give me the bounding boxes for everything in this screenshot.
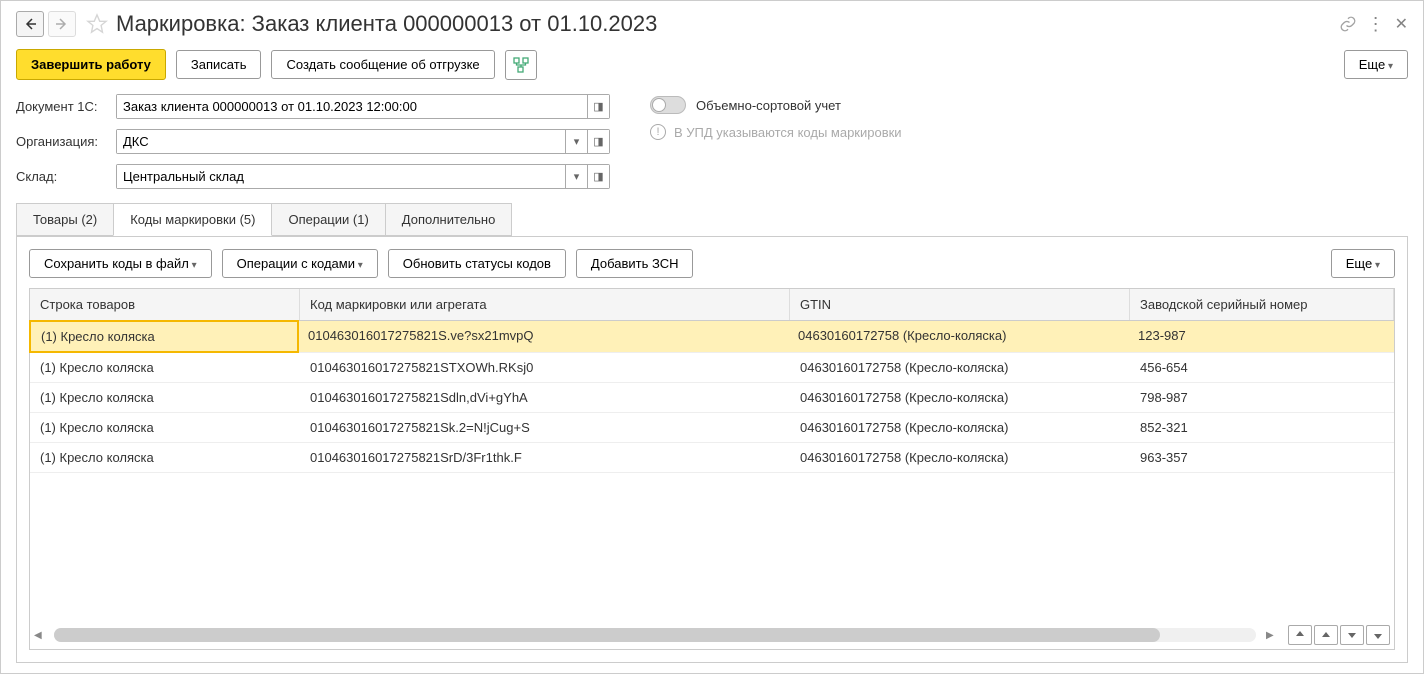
organization-input[interactable] bbox=[117, 130, 565, 153]
table-row[interactable]: (1) Кресло коляска010463016017275821Sdln… bbox=[30, 383, 1394, 413]
chevron-down-icon[interactable]: ▾ bbox=[565, 165, 587, 188]
cell-line: (1) Кресло коляска bbox=[30, 383, 300, 412]
organization-row: Организация: ▾ ◨ bbox=[16, 129, 610, 154]
table-header: Строка товаров Код маркировки или агрега… bbox=[30, 289, 1394, 321]
forward-button[interactable] bbox=[48, 11, 76, 37]
tab-toolbar: Сохранить коды в файл Операции с кодами … bbox=[29, 249, 1395, 278]
save-button[interactable]: Записать bbox=[176, 50, 262, 79]
header-code[interactable]: Код маркировки или агрегата bbox=[300, 289, 790, 320]
tab-more-button[interactable]: Еще bbox=[1331, 249, 1395, 278]
close-icon[interactable]: ✕ bbox=[1395, 14, 1408, 34]
header-gtin[interactable]: GTIN bbox=[790, 289, 1130, 320]
cell-line: (1) Кресло коляска bbox=[30, 353, 300, 382]
add-zsn-button[interactable]: Добавить ЗСН bbox=[576, 249, 694, 278]
volume-toggle-row: Объемно-сортовой учет bbox=[650, 96, 902, 114]
table-row[interactable]: (1) Кресло коляска010463016017275821STXO… bbox=[30, 353, 1394, 383]
cell-serial: 963-357 bbox=[1130, 443, 1394, 472]
tabs: Товары (2) Коды маркировки (5) Операции … bbox=[16, 203, 1408, 237]
first-row-button[interactable] bbox=[1288, 625, 1312, 645]
last-row-button[interactable] bbox=[1366, 625, 1390, 645]
organization-input-group: ▾ ◨ bbox=[116, 129, 610, 154]
document-input-group: ◨ bbox=[116, 94, 610, 119]
table-body: (1) Кресло коляска010463016017275821S.ve… bbox=[30, 321, 1394, 621]
right-info: Объемно-сортовой учет ! В УПД указываютс… bbox=[650, 94, 902, 140]
title-actions: ⋮ ✕ bbox=[1339, 14, 1408, 35]
cell-gtin: 04630160172758 (Кресло-коляска) bbox=[788, 321, 1128, 352]
kebab-icon[interactable]: ⋮ bbox=[1367, 14, 1385, 35]
cell-code: 010463016017275821STXOWh.RKsj0 bbox=[300, 353, 790, 382]
back-button[interactable] bbox=[16, 11, 44, 37]
open-icon[interactable]: ◨ bbox=[587, 95, 609, 118]
titlebar: Маркировка: Заказ клиента 000000013 от 0… bbox=[16, 11, 1408, 37]
cell-code: 010463016017275821Sk.2=N!jCug+S bbox=[300, 413, 790, 442]
chevron-down-icon[interactable]: ▾ bbox=[565, 130, 587, 153]
link-icon[interactable] bbox=[1339, 15, 1357, 33]
info-icon: ! bbox=[650, 124, 666, 140]
more-button[interactable]: Еще bbox=[1344, 50, 1408, 79]
table-row[interactable]: (1) Кресло коляска010463016017275821Sk.2… bbox=[30, 413, 1394, 443]
document-row: Документ 1С: ◨ bbox=[16, 94, 610, 119]
structure-icon bbox=[513, 57, 529, 73]
save-codes-button[interactable]: Сохранить коды в файл bbox=[29, 249, 212, 278]
cell-gtin: 04630160172758 (Кресло-коляска) bbox=[790, 413, 1130, 442]
create-shipment-button[interactable]: Создать сообщение об отгрузке bbox=[271, 50, 494, 79]
nav-buttons bbox=[16, 11, 76, 37]
star-icon[interactable] bbox=[86, 13, 108, 35]
scroll-left-icon[interactable]: ◀ bbox=[34, 630, 44, 640]
cell-gtin: 04630160172758 (Кресло-коляска) bbox=[790, 353, 1130, 382]
header-serial[interactable]: Заводской серийный номер bbox=[1130, 289, 1394, 320]
tab-content: Сохранить коды в файл Операции с кодами … bbox=[16, 236, 1408, 663]
cell-serial: 798-987 bbox=[1130, 383, 1394, 412]
cell-serial: 852-321 bbox=[1130, 413, 1394, 442]
tab-codes[interactable]: Коды маркировки (5) bbox=[113, 203, 272, 236]
table-footer: ◀ ▶ bbox=[30, 621, 1394, 649]
prev-row-button[interactable] bbox=[1314, 625, 1338, 645]
cell-line: (1) Кресло коляска bbox=[29, 320, 299, 353]
refresh-status-button[interactable]: Обновить статусы кодов bbox=[388, 249, 566, 278]
form-fields: Документ 1С: ◨ Организация: ▾ ◨ Склад: bbox=[16, 94, 610, 189]
form-section: Документ 1С: ◨ Организация: ▾ ◨ Склад: bbox=[16, 94, 1408, 189]
main-window: Маркировка: Заказ клиента 000000013 от 0… bbox=[0, 0, 1424, 674]
open-icon[interactable]: ◨ bbox=[587, 165, 609, 188]
document-label: Документ 1С: bbox=[16, 99, 116, 114]
warehouse-label: Склад: bbox=[16, 169, 116, 184]
header-line[interactable]: Строка товаров bbox=[30, 289, 300, 320]
cell-code: 010463016017275821Sdln,dVi+gYhA bbox=[300, 383, 790, 412]
volume-toggle-label: Объемно-сортовой учет bbox=[696, 98, 841, 113]
cell-gtin: 04630160172758 (Кресло-коляска) bbox=[790, 443, 1130, 472]
codes-table: Строка товаров Код маркировки или агрега… bbox=[29, 288, 1395, 650]
code-operations-button[interactable]: Операции с кодами bbox=[222, 249, 378, 278]
tab-operations[interactable]: Операции (1) bbox=[271, 203, 385, 236]
open-icon[interactable]: ◨ bbox=[587, 130, 609, 153]
arrow-right-icon bbox=[55, 17, 69, 31]
finish-work-button[interactable]: Завершить работу bbox=[16, 49, 166, 80]
volume-toggle[interactable] bbox=[650, 96, 686, 114]
structure-button[interactable] bbox=[505, 50, 537, 80]
upd-info-row: ! В УПД указываются коды маркировки bbox=[650, 124, 902, 140]
tab-additional[interactable]: Дополнительно bbox=[385, 203, 513, 236]
horizontal-scrollbar[interactable] bbox=[54, 628, 1256, 642]
table-row[interactable]: (1) Кресло коляска010463016017275821SrD/… bbox=[30, 443, 1394, 473]
row-nav bbox=[1288, 625, 1390, 645]
organization-label: Организация: bbox=[16, 134, 116, 149]
warehouse-input-group: ▾ ◨ bbox=[116, 164, 610, 189]
cell-code: 010463016017275821SrD/3Fr1thk.F bbox=[300, 443, 790, 472]
tab-goods[interactable]: Товары (2) bbox=[16, 203, 114, 236]
arrow-left-icon bbox=[23, 17, 37, 31]
cell-serial: 123-987 bbox=[1128, 321, 1394, 352]
cell-line: (1) Кресло коляска bbox=[30, 413, 300, 442]
scroll-right-icon[interactable]: ▶ bbox=[1266, 630, 1276, 640]
cell-line: (1) Кресло коляска bbox=[30, 443, 300, 472]
warehouse-row: Склад: ▾ ◨ bbox=[16, 164, 610, 189]
next-row-button[interactable] bbox=[1340, 625, 1364, 645]
cell-gtin: 04630160172758 (Кресло-коляска) bbox=[790, 383, 1130, 412]
cell-code: 010463016017275821S.ve?sx21mvpQ bbox=[298, 321, 788, 352]
warehouse-input[interactable] bbox=[117, 165, 565, 188]
main-toolbar: Завершить работу Записать Создать сообще… bbox=[16, 49, 1408, 80]
upd-info-text: В УПД указываются коды маркировки bbox=[674, 125, 902, 140]
page-title: Маркировка: Заказ клиента 000000013 от 0… bbox=[116, 11, 1339, 37]
document-input[interactable] bbox=[117, 95, 587, 118]
cell-serial: 456-654 bbox=[1130, 353, 1394, 382]
table-row[interactable]: (1) Кресло коляска010463016017275821S.ve… bbox=[30, 321, 1394, 353]
